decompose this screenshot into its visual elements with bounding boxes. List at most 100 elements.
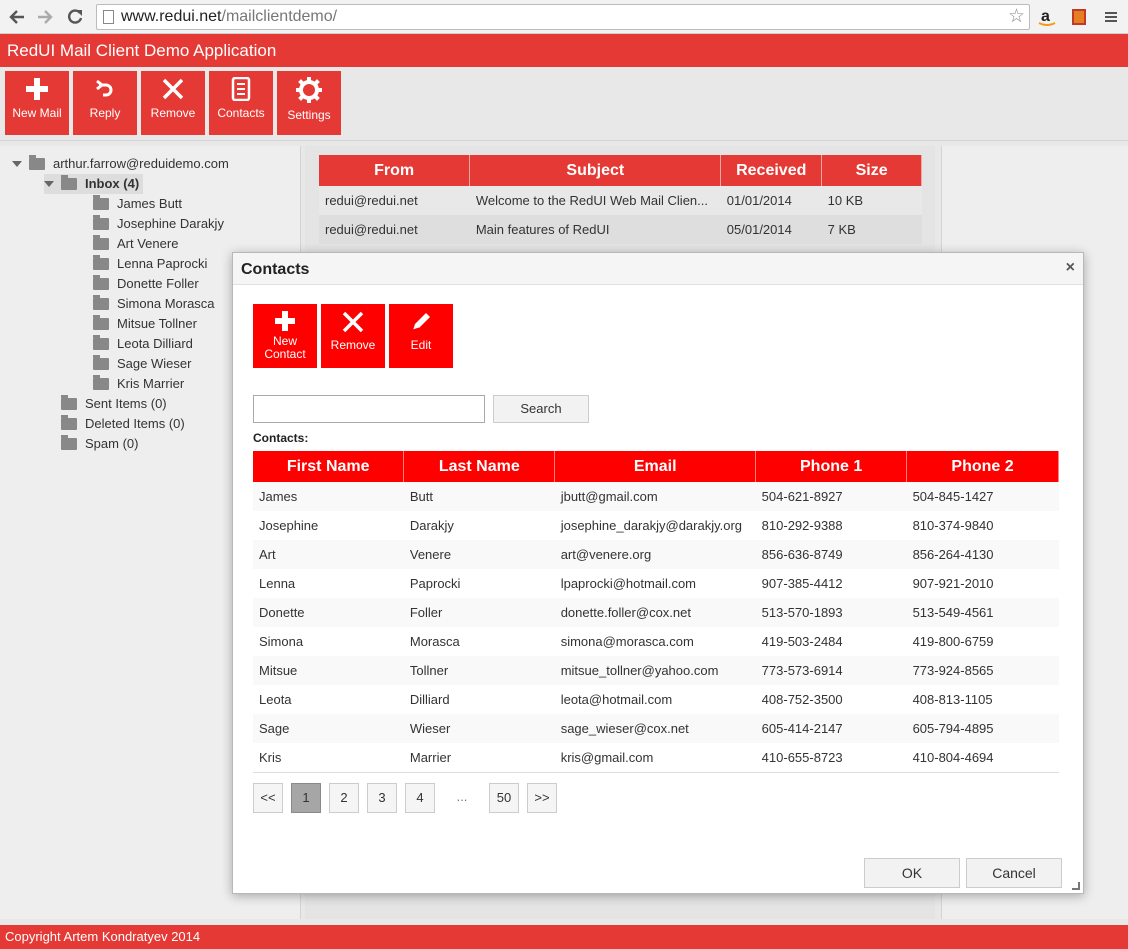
plus-icon (26, 78, 48, 100)
contact-row[interactable]: James Butt jbutt@gmail.com 504-621-8927 504-… (253, 482, 1059, 511)
svg-text:a: a (1041, 8, 1050, 25)
settings-label: Settings (287, 108, 331, 122)
edit-contact-button[interactable]: Edit (389, 304, 453, 368)
forward-arrow-icon[interactable] (34, 6, 56, 28)
contact-row[interactable]: Leota Dilliard leota@hotmail.com 408-752-35… (253, 685, 1059, 714)
mail-row[interactable]: redui@redui.net Welcome to the RedUI Web… (319, 186, 922, 215)
contact-row[interactable]: Sage Wieser sage_wieser@cox.net 605-414-214… (253, 714, 1059, 743)
contact-first-name: Simona (253, 627, 404, 656)
tree-item-label: Kris Marrier (117, 376, 185, 391)
contact-last-name: Marrier (403, 743, 555, 773)
pager-page-button[interactable]: 3 (367, 783, 397, 813)
new-contact-label-line2: Contact (264, 347, 306, 361)
column-header-size[interactable]: Size (821, 155, 922, 186)
bookmark-star-icon[interactable]: ☆ (1008, 6, 1025, 28)
account-node[interactable]: arthur.farrow@reduidemo.com (12, 154, 229, 174)
account-label: arthur.farrow@reduidemo.com (53, 156, 229, 171)
tree-item[interactable]: Simona Morasca (93, 294, 215, 314)
remove-mail-button[interactable]: Remove (141, 71, 205, 135)
pager-last-button[interactable]: >> (527, 783, 557, 813)
folder-icon (93, 195, 109, 210)
search-button[interactable]: Search (493, 395, 589, 423)
reply-label: Reply (89, 106, 121, 120)
column-header-phone-1[interactable]: Phone 1 (755, 451, 908, 482)
tree-item[interactable]: Art Venere (93, 234, 178, 254)
tree-item[interactable]: Leota Dilliard (93, 334, 193, 354)
sent-items-label: Sent Items (0) (85, 396, 167, 411)
contact-email: jbutt@gmail.com (554, 482, 756, 511)
contact-search-input[interactable] (253, 395, 485, 423)
address-bar[interactable]: www.redui.net/mailclientdemo/ ☆ (96, 4, 1030, 30)
remove-contact-button[interactable]: Remove (321, 304, 385, 368)
contact-phone-2: 856-264-4130 (906, 540, 1059, 569)
reply-button[interactable]: Reply (73, 71, 137, 135)
column-header-received[interactable]: Received (720, 155, 823, 186)
inbox-label: Inbox (4) (85, 176, 140, 191)
tree-item-label: Simona Morasca (117, 296, 215, 311)
new-mail-button[interactable]: New Mail (5, 71, 69, 135)
spam-node[interactable]: Spam (0) (61, 434, 138, 454)
new-contact-button[interactable]: New Contact (253, 304, 317, 368)
folder-icon (93, 335, 109, 350)
contact-last-name: Paprocki (403, 569, 555, 598)
tree-item[interactable]: Sage Wieser (93, 354, 191, 374)
contacts-button[interactable]: Contacts (209, 71, 273, 135)
expand-triangle-icon[interactable] (12, 161, 22, 167)
contact-phone-2: 907-921-2010 (906, 569, 1059, 598)
contact-row[interactable]: Josephine Darakjy josephine_darakjy@darakj… (253, 511, 1059, 540)
mail-from: redui@redui.net (319, 215, 470, 244)
mail-received: 01/01/2014 (720, 186, 822, 215)
contact-row[interactable]: Kris Marrier kris@gmail.com 410-655-8723 410… (253, 743, 1059, 773)
mail-row[interactable]: redui@redui.net Main features of RedUI 0… (319, 215, 922, 244)
cancel-button[interactable]: Cancel (966, 858, 1062, 888)
contact-row[interactable]: Donette Foller donette.foller@cox.net 513-5… (253, 598, 1059, 627)
pager-last-page-button[interactable]: 50 (489, 783, 519, 813)
pager-page-button[interactable]: 1 (291, 783, 321, 813)
contact-row[interactable]: Art Venere art@venere.org 856-636-8749 856-2… (253, 540, 1059, 569)
contact-first-name: James (253, 482, 404, 511)
tree-item[interactable]: Lenna Paprocki (93, 254, 207, 274)
tree-item[interactable]: Mitsue Tollner (93, 314, 197, 334)
close-x-icon (162, 78, 184, 100)
app-title: RedUI Mail Client Demo Application (0, 34, 1128, 67)
pager-page-button[interactable]: 4 (405, 783, 435, 813)
ok-button[interactable]: OK (864, 858, 960, 888)
resize-grip-icon[interactable] (1072, 882, 1080, 890)
contacts-list-icon (231, 77, 251, 101)
sent-items-node[interactable]: Sent Items (0) (61, 394, 167, 414)
book-extension-icon[interactable] (1068, 6, 1090, 28)
dialog-title-bar[interactable]: Contacts × (233, 253, 1083, 285)
column-header-phone-2[interactable]: Phone 2 (906, 451, 1059, 482)
deleted-items-node[interactable]: Deleted Items (0) (61, 414, 185, 434)
column-header-first-name[interactable]: First Name (253, 451, 405, 482)
contact-row[interactable]: Lenna Paprocki lpaprocki@hotmail.com 907-38… (253, 569, 1059, 598)
pager-page-button[interactable]: 2 (329, 783, 359, 813)
expand-triangle-icon[interactable] (44, 181, 54, 187)
reload-icon[interactable] (64, 6, 86, 28)
column-header-email[interactable]: Email (554, 451, 757, 482)
tree-item[interactable]: James Butt (93, 194, 182, 214)
column-header-last-name[interactable]: Last Name (403, 451, 556, 482)
contact-phone-1: 410-655-8723 (755, 743, 907, 773)
mail-grid: From Subject Received Size redui@redui.n… (319, 155, 922, 244)
pager-first-button[interactable]: << (253, 783, 283, 813)
tree-item[interactable]: Kris Marrier (93, 374, 184, 394)
column-header-from[interactable]: From (319, 155, 471, 186)
tree-item[interactable]: Donette Foller (93, 274, 199, 294)
close-icon[interactable]: × (1066, 260, 1075, 276)
settings-button[interactable]: Settings (277, 71, 341, 135)
contact-row[interactable]: Mitsue Tollner mitsue_tollner@yahoo.com 773… (253, 656, 1059, 685)
contact-first-name: Josephine (253, 511, 404, 540)
contacts-grid-header: First Name Last Name Email Phone 1 Phone… (253, 451, 1059, 482)
amazon-extension-icon[interactable]: a (1036, 6, 1058, 28)
contact-row[interactable]: Simona Morasca simona@morasca.com 419-503-2… (253, 627, 1059, 656)
contact-email: josephine_darakjy@darakjy.org (554, 511, 756, 540)
contact-email: leota@hotmail.com (554, 685, 756, 714)
back-arrow-icon[interactable] (6, 6, 28, 28)
folder-icon (61, 415, 77, 430)
menu-icon[interactable] (1100, 6, 1122, 28)
column-header-subject[interactable]: Subject (469, 155, 722, 186)
tree-item[interactable]: Josephine Darakjy (93, 214, 224, 234)
inbox-node[interactable]: Inbox (4) (44, 174, 144, 194)
contact-phone-1: 419-503-2484 (755, 627, 907, 656)
